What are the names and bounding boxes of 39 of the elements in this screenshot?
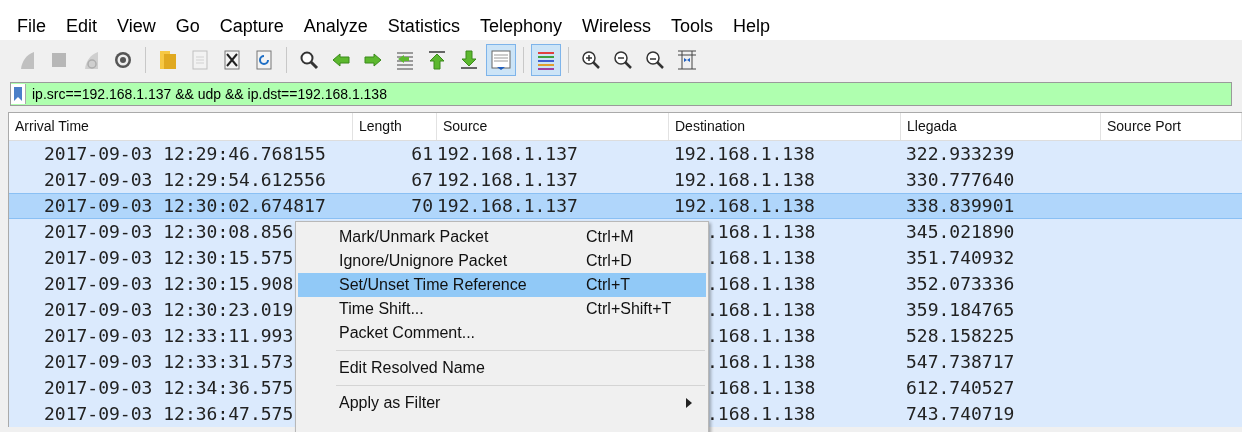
- table-cell: 70: [411, 195, 433, 216]
- table-cell: 192.168.1.137: [437, 143, 578, 164]
- table-cell: 67: [411, 169, 433, 190]
- table-cell: 2017-09-03 12:30:15.575: [44, 247, 294, 268]
- table-cell: 743.740719: [906, 403, 1015, 424]
- table-cell: 338.839901: [906, 195, 1015, 216]
- table-cell: .168.1.138: [707, 247, 816, 268]
- table-cell: .168.1.138: [707, 273, 816, 294]
- table-cell: 352.073336: [906, 273, 1015, 294]
- table-cell: 192.168.1.138: [674, 169, 815, 190]
- table-cell: 192.168.1.137: [437, 195, 578, 216]
- table-cell: 192.168.1.137: [437, 169, 578, 190]
- table-cell: .168.1.138: [707, 351, 816, 372]
- table-cell: 612.740527: [906, 377, 1015, 398]
- table-cell: 2017-09-03 12:36:47.575: [44, 403, 294, 424]
- table-cell: .168.1.138: [707, 325, 816, 346]
- table-cell: .168.1.138: [707, 299, 816, 320]
- table-cell: .168.1.138: [707, 221, 816, 242]
- table-cell: 2017-09-03 12:29:54.612556: [44, 169, 326, 190]
- table-cell: .168.1.138: [707, 377, 816, 398]
- table-cell: 2017-09-03 12:30:23.019: [44, 299, 294, 320]
- table-cell: 528.158225: [906, 325, 1015, 346]
- table-cell: 359.184765: [906, 299, 1015, 320]
- table-cell: .168.1.138: [707, 403, 816, 424]
- table-cell: 547.738717: [906, 351, 1015, 372]
- table-cell: 2017-09-03 12:30:08.856: [44, 221, 294, 242]
- table-cell: 61: [411, 143, 433, 164]
- table-cell: 2017-09-03 12:29:46.768155: [44, 143, 326, 164]
- table-cell: 2017-09-03 12:33:11.993: [44, 325, 294, 346]
- table-cell: 192.168.1.138: [674, 195, 815, 216]
- table-cell: 2017-09-03 12:30:15.908: [44, 273, 294, 294]
- table-cell: 330.777640: [906, 169, 1015, 190]
- table-cell: 192.168.1.138: [674, 143, 815, 164]
- table-cell: 2017-09-03 12:30:02.674817: [44, 195, 326, 216]
- table-cell: 2017-09-03 12:34:36.575: [44, 377, 294, 398]
- table-cell: 2017-09-03 12:33:31.573: [44, 351, 294, 372]
- table-cell: 351.740932: [906, 247, 1015, 268]
- table-cell: 322.933239: [906, 143, 1015, 164]
- table-cell: 345.021890: [906, 221, 1015, 242]
